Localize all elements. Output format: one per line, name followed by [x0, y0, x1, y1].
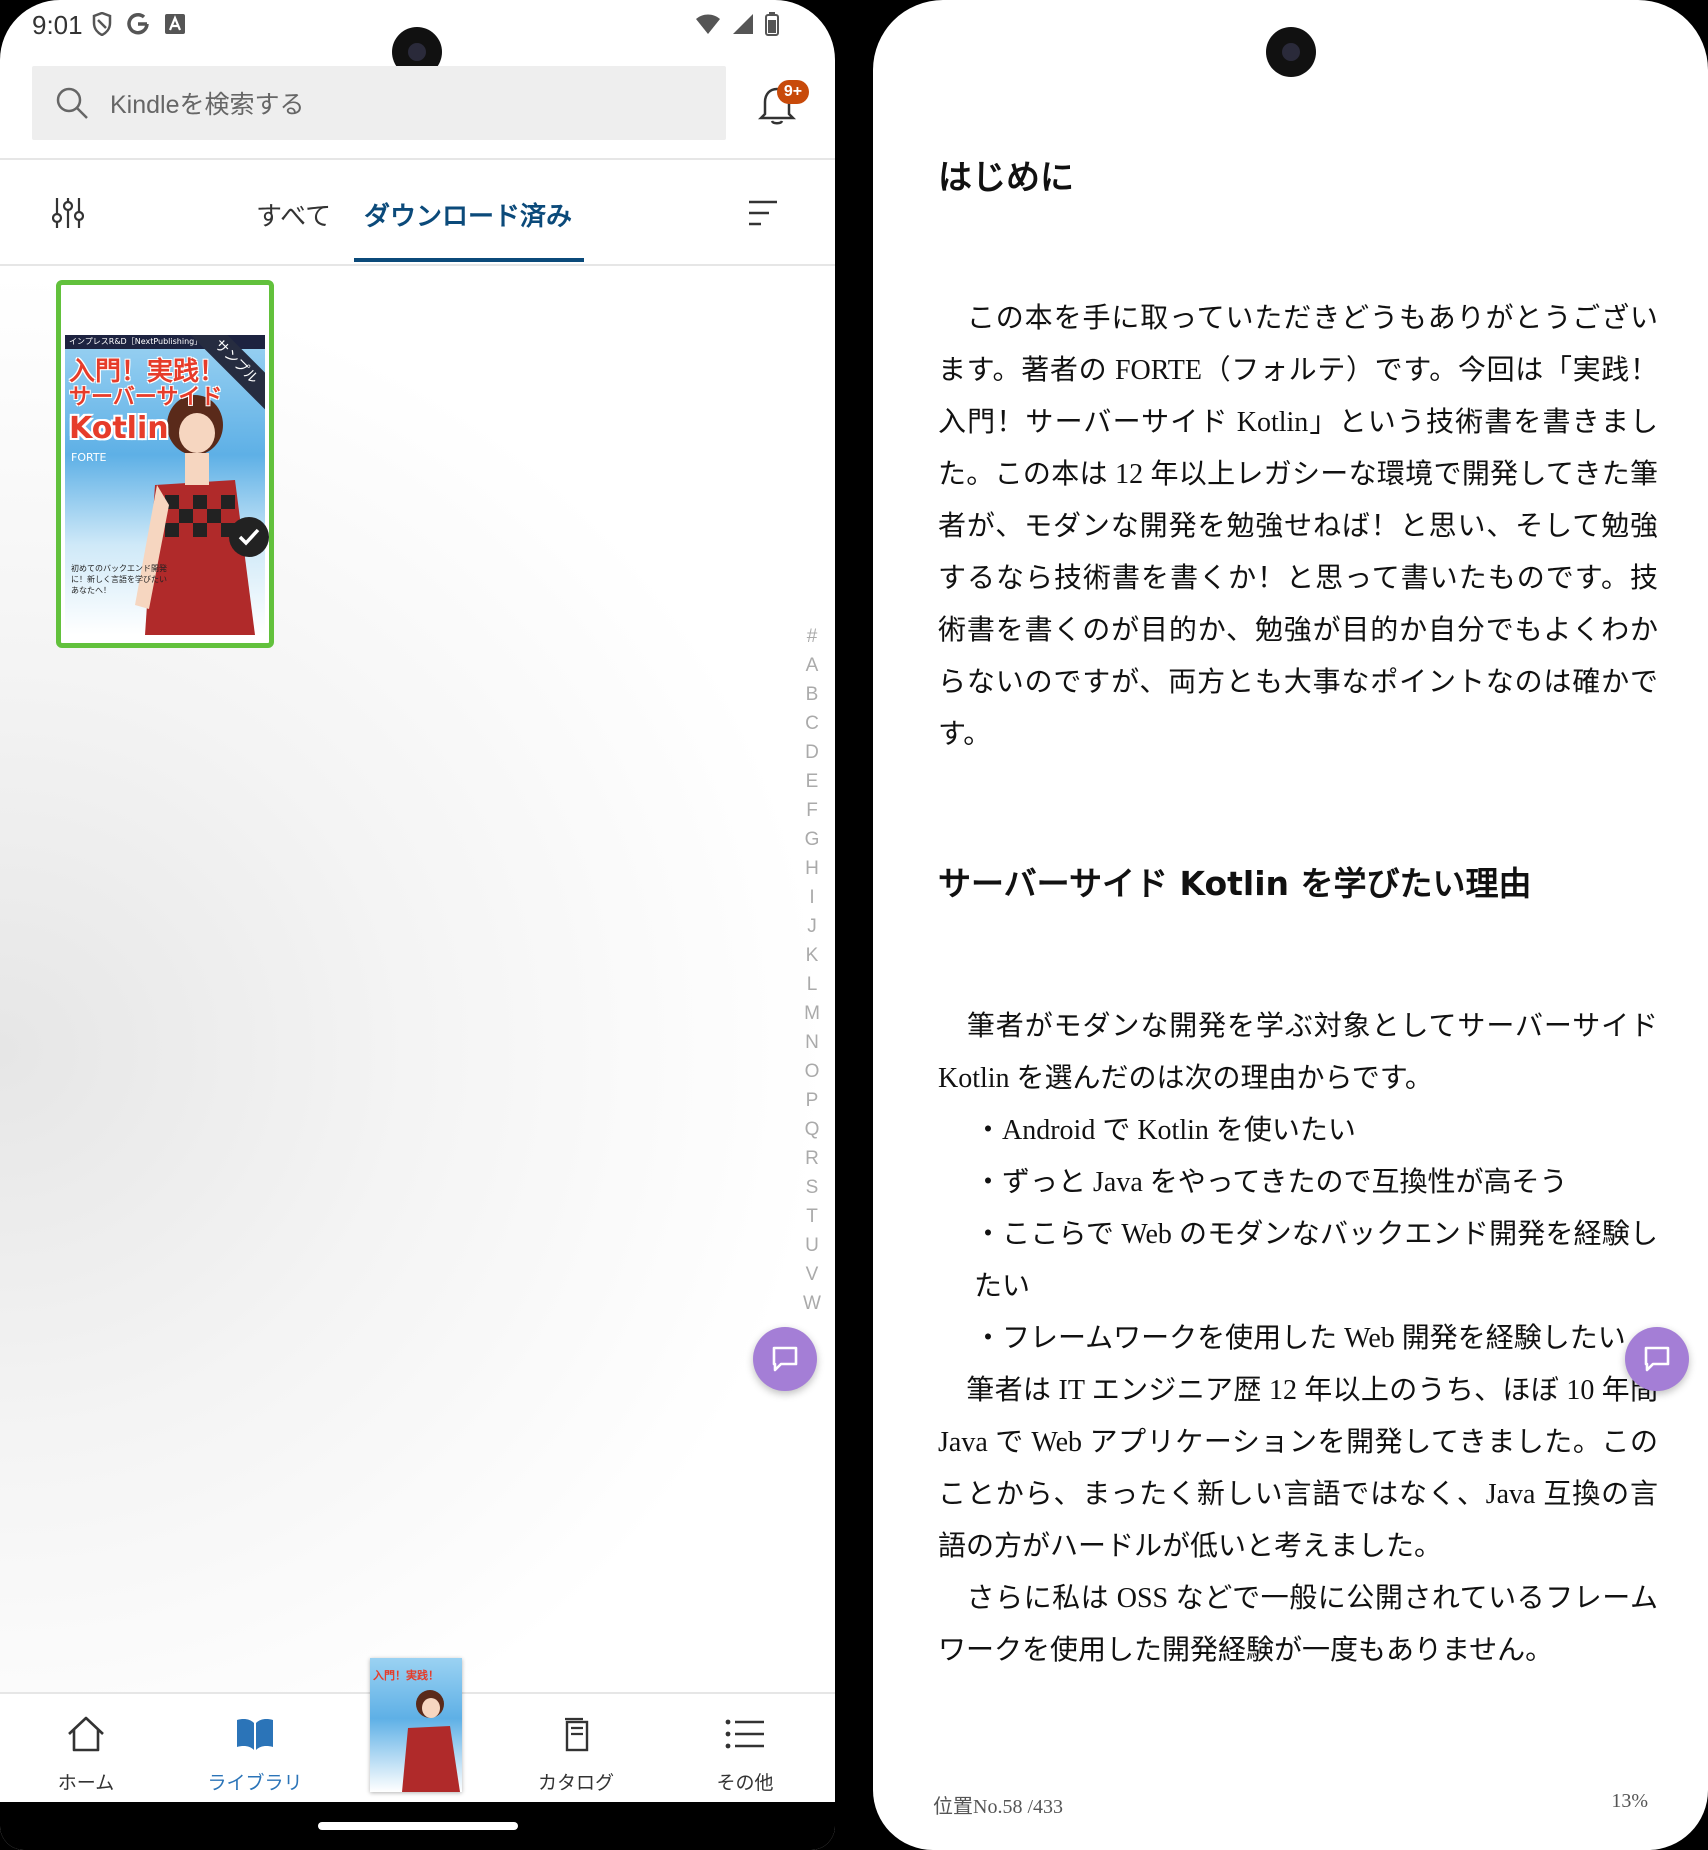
nav-more-label: その他: [716, 1773, 774, 1794]
alphabet-index-item[interactable]: V: [806, 1260, 819, 1289]
status-icons-right: [695, 12, 779, 36]
chat-icon: [772, 1346, 798, 1372]
cover-title-line2: サーバーサイド: [69, 385, 223, 410]
paragraph: 筆者がモダンな開発を学ぶ対象としてサーバーサイド Kotlin を選んだのは次の…: [938, 1011, 1658, 1094]
paragraph: 筆者は IT エンジニア歴 12 年以上のうち、ほぼ 10 年間 Java で …: [938, 1375, 1658, 1562]
tab-all[interactable]: すべて: [256, 196, 331, 233]
tab-downloaded[interactable]: ダウンロード済み: [364, 196, 572, 233]
chat-icon: [1644, 1346, 1670, 1372]
alphabet-index[interactable]: # A B C D E F G H I J K L M N O P Q R S T U V W: [800, 622, 824, 1318]
wifi-icon: [696, 14, 720, 34]
library-icon: [237, 1719, 273, 1750]
nav-catalog-label: カタログ: [537, 1773, 614, 1794]
alphabet-index-item[interactable]: B: [806, 680, 819, 709]
nav-catalog[interactable]: カタログ: [506, 1714, 646, 1795]
front-camera: [1266, 27, 1316, 77]
alphabet-index-item[interactable]: P: [806, 1086, 819, 1115]
alphabet-index-item[interactable]: L: [807, 970, 818, 999]
more-icon: [725, 1719, 764, 1749]
cover-publisher: インプレスR&D［NextPublishing］: [69, 337, 203, 346]
section-heading: サーバーサイド Kotlin を学びたい理由: [938, 864, 1532, 903]
gesture-bar: [0, 1802, 835, 1850]
book-tile[interactable]: インプレスR&D［NextPublishing］ 入門！実践！ サーバーサイド …: [56, 280, 274, 648]
nav-library-label: ライブラリ: [207, 1773, 303, 1794]
current-book-thumbnail[interactable]: 入門！実践！: [370, 1658, 462, 1792]
google-icon: [127, 12, 149, 35]
nav-library[interactable]: ライブラリ: [185, 1714, 325, 1795]
bullet-item: ・Android で Kotlin を使いたい: [974, 1115, 1356, 1146]
alphabet-index-item[interactable]: U: [805, 1231, 819, 1260]
signal-icon: [733, 14, 753, 34]
bottom-nav: ホーム ライブラリ 入門！実践！ カタログ その他: [0, 1658, 835, 1804]
reader-screen: はじめに この本を手に取っていただきどうもありがとうございます。著者の FORT…: [873, 0, 1708, 1850]
filter-icon[interactable]: [52, 196, 84, 230]
library-screen: 9:01 Kindleを検索する 9+ すべて ダウンロード済み インプレスR&…: [0, 0, 835, 1850]
alphabet-index-item[interactable]: #: [807, 622, 818, 651]
alphabet-index-item[interactable]: T: [806, 1202, 818, 1231]
bullet-item: ・ここらで Web のモダンなバックエンド開発を経験したい: [974, 1219, 1658, 1302]
alphabet-index-item[interactable]: C: [805, 709, 819, 738]
search-placeholder: Kindleを検索する: [110, 91, 305, 119]
cover-subtitle: 初めてのバックエンド開発に！新しく言語を学びたいあなたへ！: [71, 564, 167, 595]
sort-icon[interactable]: [747, 198, 779, 228]
reading-progress: 13%: [1611, 1790, 1648, 1812]
alphabet-index-item[interactable]: O: [805, 1057, 820, 1086]
paragraph: この本を手に取っていただきどうもありがとうございます。著者の FORTE（フォル…: [938, 303, 1658, 750]
current-book-title: 入門！実践！: [373, 1669, 439, 1682]
search-input[interactable]: Kindleを検索する: [32, 66, 726, 140]
home-icon: [68, 1716, 104, 1752]
feedback-button[interactable]: [1625, 1327, 1689, 1391]
battery-icon: [765, 12, 779, 36]
active-tab-indicator: [354, 258, 584, 262]
catalog-icon: [565, 1717, 589, 1752]
alphabet-index-item[interactable]: H: [805, 854, 819, 883]
feedback-button[interactable]: [753, 1327, 817, 1391]
alphabet-index-item[interactable]: S: [806, 1173, 819, 1202]
alphabet-index-item[interactable]: F: [806, 796, 818, 825]
home-indicator[interactable]: [318, 1822, 518, 1830]
nav-home[interactable]: ホーム: [16, 1714, 156, 1795]
reading-location: 位置No.58 /433: [933, 1796, 1063, 1818]
nav-more[interactable]: その他: [675, 1714, 815, 1795]
bullet-item: ・ずっと Java をやってきたので互換性が高そう: [974, 1167, 1568, 1198]
shield-icon: [92, 12, 112, 36]
chapter-heading: はじめに: [938, 158, 1074, 198]
alphabet-index-item[interactable]: A: [806, 651, 819, 680]
reader-page[interactable]: はじめに この本を手に取っていただきどうもありがとうございます。著者の FORT…: [938, 150, 1658, 1677]
status-time: 9:01: [32, 10, 83, 40]
current-book-illustration: [402, 1690, 460, 1792]
font-icon: [165, 14, 185, 34]
bullet-item: ・フレームワークを使用した Web 開発を経験したい: [974, 1323, 1626, 1354]
alphabet-index-item[interactable]: N: [805, 1028, 819, 1057]
alphabet-index-item[interactable]: K: [806, 941, 819, 970]
alphabet-index-item[interactable]: R: [805, 1144, 819, 1173]
alphabet-index-item[interactable]: M: [804, 999, 820, 1028]
paragraph: さらに私は OSS などで一般に公開されているフレームワークを使用した開発経験が…: [938, 1583, 1658, 1666]
alphabet-index-item[interactable]: E: [806, 767, 819, 796]
header-divider: [0, 158, 835, 160]
alphabet-index-item[interactable]: J: [807, 912, 817, 941]
downloaded-check-icon: [229, 517, 269, 557]
cover-title-line1: 入門！実践！: [69, 357, 226, 387]
alphabet-index-item[interactable]: I: [809, 883, 814, 912]
search-icon: [56, 87, 88, 119]
alphabet-index-item[interactable]: G: [805, 825, 820, 854]
alphabet-index-item[interactable]: W: [803, 1289, 821, 1318]
cover-author: FORTE: [71, 451, 107, 464]
cover-title-line3: Kotlin: [69, 411, 169, 446]
status-icons-left: [92, 12, 186, 36]
book-cover: インプレスR&D［NextPublishing］ 入門！実践！ サーバーサイド …: [65, 335, 265, 635]
alphabet-index-item[interactable]: D: [805, 738, 819, 767]
alphabet-index-item[interactable]: Q: [805, 1115, 820, 1144]
notification-badge: 9+: [777, 80, 809, 104]
nav-home-label: ホーム: [57, 1773, 115, 1794]
